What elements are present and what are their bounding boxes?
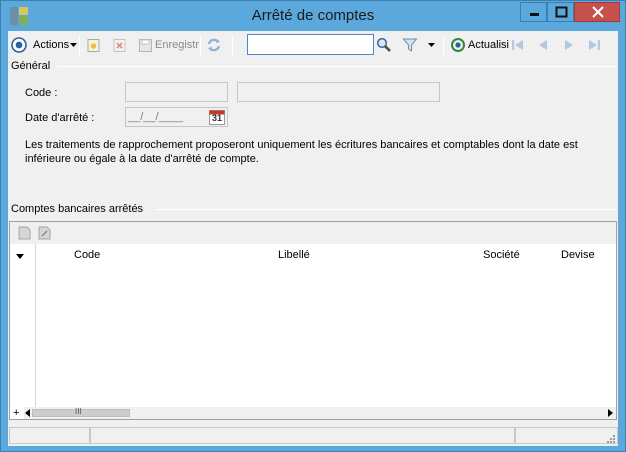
toolbar-separator: [443, 35, 444, 55]
magnifier-icon: [376, 37, 391, 52]
client-area: Actions Enregistr Actualisi Général Code…: [8, 31, 618, 446]
column-header-devise[interactable]: Devise: [561, 249, 595, 261]
maximize-icon: [555, 6, 568, 18]
column-header-libelle[interactable]: Libellé: [278, 249, 310, 261]
new-document-icon: [87, 38, 100, 52]
save-label: Enregistr: [155, 39, 200, 51]
date-value: __/__/____: [128, 111, 184, 123]
next-record-button[interactable]: [561, 35, 577, 55]
refresh-button[interactable]: Actualisi: [450, 35, 509, 55]
accounts-grid: + Code Libellé Société Devise III: [9, 221, 617, 420]
add-row-button[interactable]: +: [13, 407, 19, 419]
actions-label: Actions: [33, 39, 70, 51]
delete-button[interactable]: [112, 35, 127, 55]
info-text: Les traitements de rapprochement propose…: [25, 139, 578, 165]
toolbar-separator: [79, 35, 80, 55]
grid-edit-button[interactable]: [38, 226, 51, 243]
last-record-icon: [589, 40, 600, 50]
filter-button[interactable]: [402, 35, 418, 55]
previous-record-button[interactable]: [535, 35, 551, 55]
minimize-icon: [530, 13, 539, 16]
filter-dropdown[interactable]: [428, 35, 435, 55]
first-record-icon: [512, 40, 523, 50]
status-bar: [8, 425, 618, 446]
search-input[interactable]: [247, 34, 374, 55]
status-cell: [515, 427, 618, 444]
next-record-icon: [565, 40, 573, 50]
column-header-societe[interactable]: Société: [483, 249, 520, 261]
toolbar-separator: [232, 35, 233, 55]
main-toolbar: Actions Enregistr Actualisi: [8, 31, 618, 59]
calendar-button[interactable]: 31: [209, 110, 225, 125]
toolbar-separator: [200, 35, 201, 55]
refresh-circle-icon: [451, 38, 465, 52]
row-header-column: +: [10, 244, 36, 419]
close-button[interactable]: [574, 2, 620, 22]
grid-new-button[interactable]: [18, 226, 31, 243]
column-header-code[interactable]: Code: [74, 249, 100, 261]
chevron-down-icon: [70, 42, 78, 47]
minimize-button[interactable]: [520, 2, 547, 22]
first-record-button[interactable]: [510, 35, 526, 55]
calendar-day: 31: [211, 113, 222, 123]
search-button[interactable]: [376, 35, 392, 55]
scroll-left-icon[interactable]: [25, 409, 31, 417]
chevron-down-icon: [428, 42, 435, 47]
grid-body[interactable]: + Code Libellé Société Devise III: [10, 244, 616, 419]
new-button[interactable]: [86, 35, 101, 55]
column-chooser-icon[interactable]: [15, 253, 25, 261]
status-cell: [90, 427, 515, 444]
horizontal-scrollbar[interactable]: III: [24, 407, 616, 419]
save-button[interactable]: Enregistr: [138, 35, 199, 55]
maximize-button[interactable]: [547, 2, 574, 22]
accounts-group-label: Comptes bancaires arrêtés: [11, 203, 144, 215]
column-headers: Code Libellé Société Devise: [37, 244, 616, 264]
refresh-icon: [207, 38, 221, 52]
document-icon: [18, 226, 31, 240]
scroll-right-icon[interactable]: [608, 409, 614, 417]
general-group-label: Général: [11, 60, 51, 72]
resize-grip-icon[interactable]: [604, 432, 616, 444]
horizontal-scroll-thumb[interactable]: III: [32, 407, 130, 417]
refresh-label: Actualisi: [468, 39, 509, 51]
funnel-icon: [402, 38, 418, 52]
previous-record-icon: [539, 40, 547, 50]
date-label: Date d'arrêté :: [25, 112, 95, 124]
edit-document-icon: [38, 226, 51, 240]
scroll-thumb-grip: III: [75, 407, 82, 416]
circle-target-icon: [11, 37, 27, 53]
actions-menu[interactable]: Actions: [11, 35, 78, 55]
save-icon: [139, 38, 152, 52]
group-divider: [57, 66, 616, 67]
application-window: Arrêté de comptes Actions Enregistr Actu…: [0, 0, 626, 452]
title-bar[interactable]: Arrêté de comptes: [1, 1, 625, 31]
code-field[interactable]: [125, 82, 228, 102]
code-label: Code :: [25, 87, 58, 99]
last-record-button[interactable]: [586, 35, 602, 55]
code-description-field: [237, 82, 440, 102]
grid-toolbar: [10, 222, 616, 244]
status-cell: [9, 427, 90, 444]
delete-icon: [113, 38, 126, 52]
refresh-data-button[interactable]: [206, 35, 222, 55]
group-divider: [155, 209, 616, 210]
close-icon: [592, 6, 604, 18]
